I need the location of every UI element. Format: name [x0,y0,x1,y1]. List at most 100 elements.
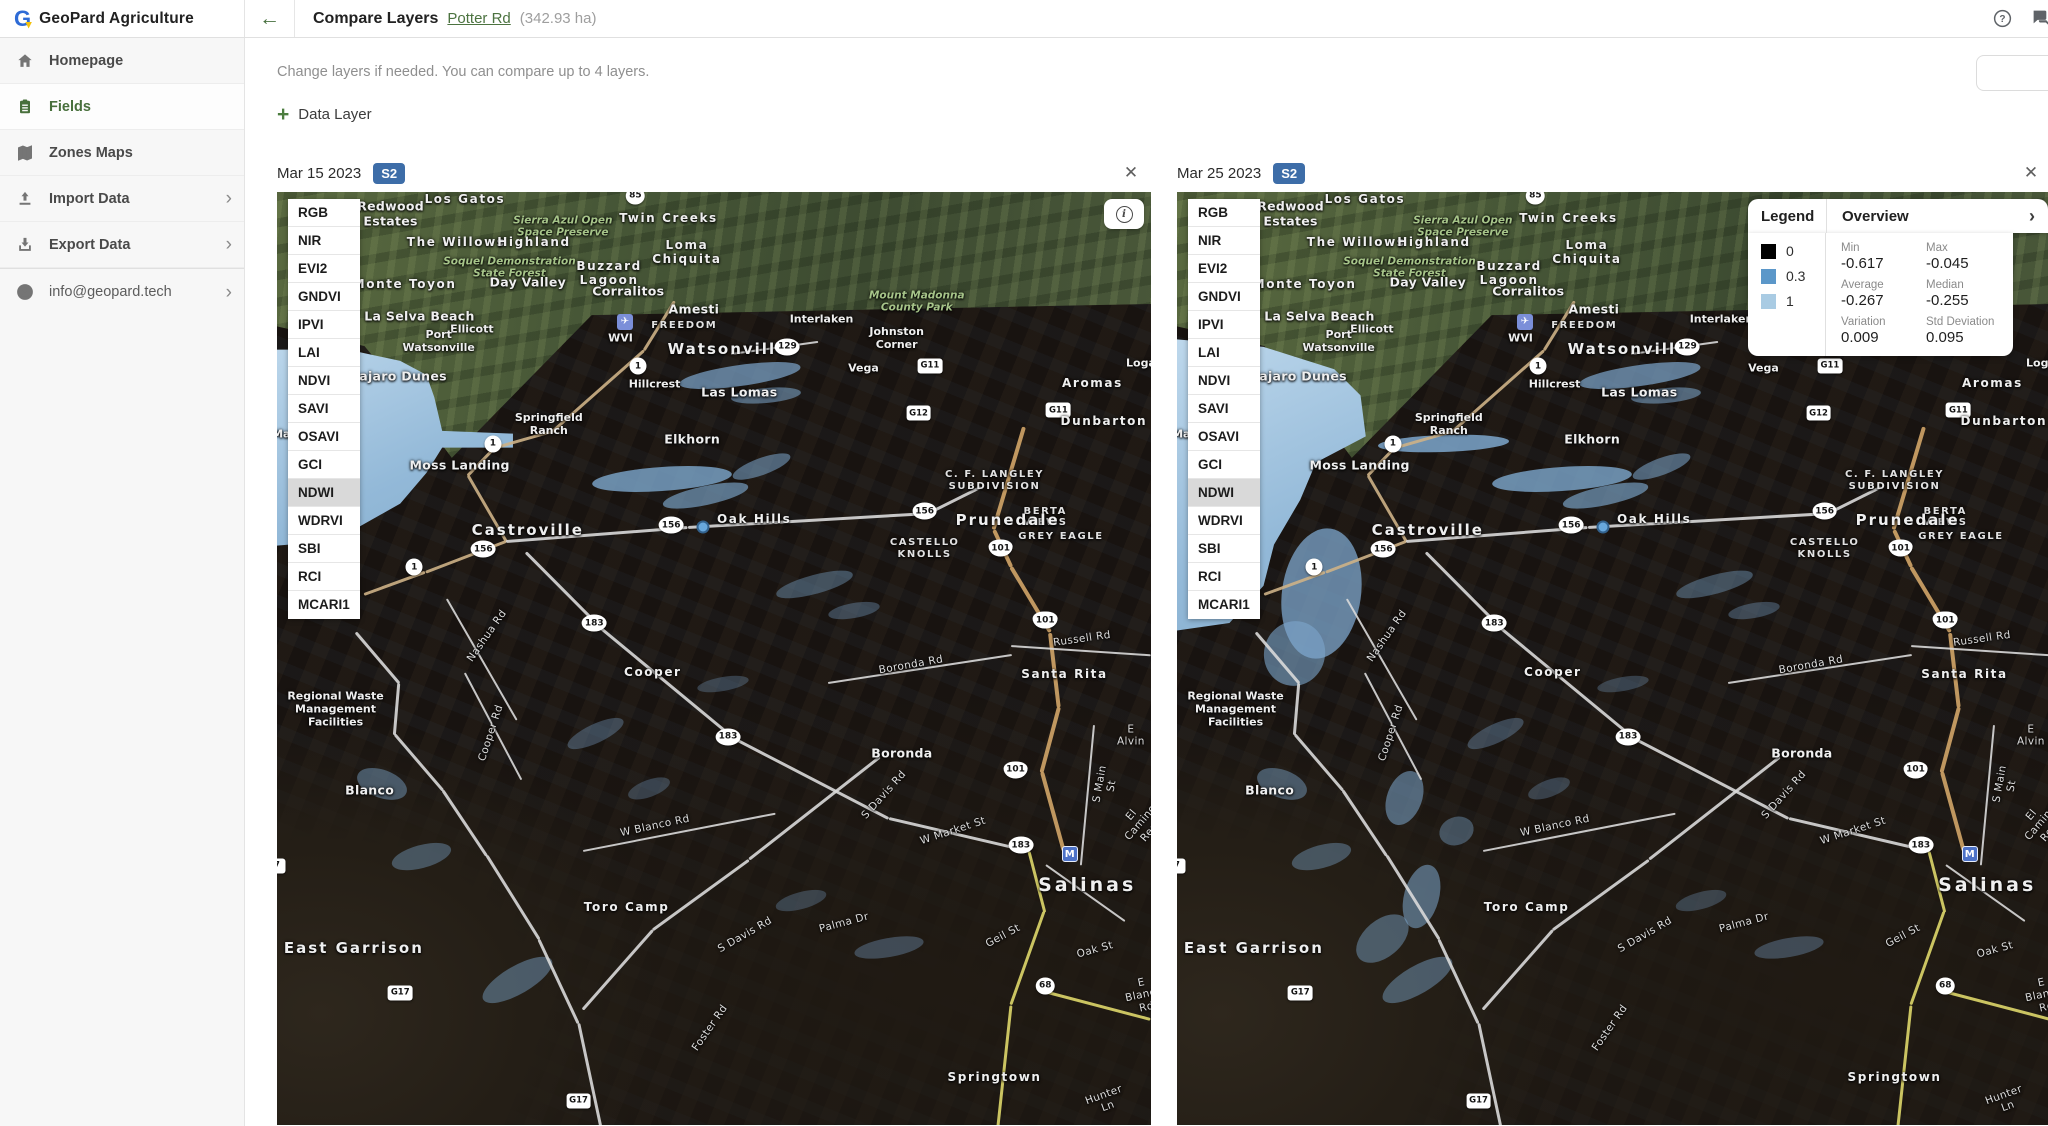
satellite-map[interactable]: Los GatosRedwood EstatesTwin CreeksSierr… [277,192,1151,1125]
close-panel-icon[interactable]: ✕ [1119,163,1143,183]
road-line [1294,683,1301,735]
sidebar-item-label: Fields [49,99,91,115]
overview-stat-median: Median-0.255 [1926,279,2003,309]
layer-option-rci[interactable]: RCI [1188,563,1260,591]
layer-option-osavi[interactable]: OSAVI [288,423,360,451]
layer-option-savi[interactable]: SAVI [288,395,360,423]
overview-stat-max: Max-0.045 [1926,242,2003,272]
layer-option-lai[interactable]: LAI [1188,339,1260,367]
field-marker[interactable] [696,520,709,533]
road-line [1910,911,1946,1005]
layer-option-mcari1[interactable]: MCARI1 [288,591,360,619]
map-label: El Camino Real [1113,795,1151,851]
road-line [1048,632,1061,707]
map-label: Cooper Rd [1376,703,1406,762]
layer-option-ipvi[interactable]: IPVI [1188,311,1260,339]
water-patch [774,885,829,915]
sidebar-item-export-data[interactable]: Export Data› [0,222,244,268]
layer-option-gci[interactable]: GCI [1188,451,1260,479]
back-button[interactable]: ← [245,0,295,37]
map-label: S Main St [1989,761,2021,810]
map-label: E Alvin [2017,724,2045,749]
road-line [928,486,982,514]
sidebar: Homepage Fields Zones MapsImport Data›Expo… [0,38,245,1126]
map-label: Regional Waste Management Facilities [1187,690,1283,729]
layer-option-rgb[interactable]: RGB [1188,199,1260,227]
road-line [1648,757,1781,862]
layer-option-gci[interactable]: GCI [288,451,360,479]
road-line [1897,1005,1913,1125]
map-label: Oak St [1075,939,1114,961]
layer-option-mcari1[interactable]: MCARI1 [1188,591,1260,619]
layer-option-nir[interactable]: NIR [288,227,360,255]
layer-option-ndvi[interactable]: NDVI [288,367,360,395]
overview-stat-min: Min-0.617 [1841,242,1918,272]
map-info-button[interactable]: i [1104,199,1144,229]
satellite-map[interactable]: Los GatosRedwood EstatesTwin CreeksSierr… [1177,192,2048,1125]
layer-option-nir[interactable]: NIR [1188,227,1260,255]
water-patch [774,565,855,603]
layer-option-evi2[interactable]: EVI2 [288,255,360,283]
map-label: Hunter Ln [1981,1081,2031,1120]
field-marker[interactable] [1596,520,1609,533]
page-title: Compare Layers [313,10,438,28]
map-label: GREY EAGLE [1018,531,1103,543]
breadcrumb: Compare Layers Potter Rd (342.93 ha) [295,0,597,37]
layer-option-lai[interactable]: LAI [288,339,360,367]
add-data-layer-button[interactable]: + Data Layer [277,104,372,125]
chat-icon[interactable] [2030,7,2048,30]
sidebar-item-info-geopard-tech[interactable]: info@geopard.tech› [0,269,244,315]
layer-option-rgb[interactable]: RGB [288,199,360,227]
layer-option-gndvi[interactable]: GNDVI [288,283,360,311]
sidebar-item-label: Homepage [49,53,123,69]
expand-legend-icon[interactable]: › [2029,206,2048,227]
help-icon[interactable]: ? [1991,7,2014,30]
route-shield: 101 [1003,761,1028,778]
layer-option-savi[interactable]: SAVI [1188,395,1260,423]
panel-date: Mar 15 2023 [277,165,361,182]
road-line [652,859,750,931]
layer-selector: RGBNIREVI2GNDVIIPVILAINDVISAVIOSAVIGCIND… [288,199,360,619]
map-label: C. F. LANGLEY SUBDIVISION [945,469,1044,493]
road-line [1483,812,1676,851]
map-label: C. F. LANGLEY SUBDIVISION [1845,469,1944,493]
layer-option-gndvi[interactable]: GNDVI [1188,283,1260,311]
layer-option-rci[interactable]: RCI [288,563,360,591]
layer-option-evi2[interactable]: EVI2 [1188,255,1260,283]
layer-option-sbi[interactable]: SBI [288,535,360,563]
road-line [1727,654,1911,684]
layer-option-wdrvi[interactable]: WDRVI [288,507,360,535]
water-patch [1596,673,1650,696]
layer-option-ndvi[interactable]: NDVI [1188,367,1260,395]
road-line [525,552,601,628]
layer-option-ndwi[interactable]: NDWI [1188,479,1260,507]
sidebar-item-import-data[interactable]: Import Data› [0,176,244,222]
legend-value: 1 [1786,293,1794,309]
road-line [1011,645,1151,656]
map-label: S Davis Rd [860,768,910,821]
map-label: Springtown [1848,1070,1942,1084]
road-line [551,349,645,432]
layer-option-osavi[interactable]: OSAVI [1188,423,1260,451]
svg-text:?: ? [1999,14,2005,25]
water-patch [731,385,802,406]
sidebar-item-fields[interactable]: Fields [0,84,244,130]
layer-option-ipvi[interactable]: IPVI [288,311,360,339]
road-line [1828,486,1882,514]
map-control-button[interactable] [1976,55,2048,91]
sidebar-item-homepage[interactable]: Homepage [0,38,244,84]
fields-icon [15,97,35,117]
map-label: Foster Rd [1589,1003,1630,1054]
map-label: Palma Dr [818,911,870,936]
sidebar-item-zones-maps[interactable]: Zones Maps [0,130,244,176]
map-label: WVI [1508,333,1533,346]
road-line [1552,859,1650,931]
road-line [1940,707,1961,773]
layer-option-ndwi[interactable]: NDWI [288,479,360,507]
map-label: CASTELLO KNOLLS [1790,538,1860,562]
layer-option-sbi[interactable]: SBI [1188,535,1260,563]
close-panel-icon[interactable]: ✕ [2019,163,2043,183]
field-link[interactable]: Potter Rd [447,10,510,27]
info-icon: i [1116,206,1133,223]
layer-option-wdrvi[interactable]: WDRVI [1188,507,1260,535]
